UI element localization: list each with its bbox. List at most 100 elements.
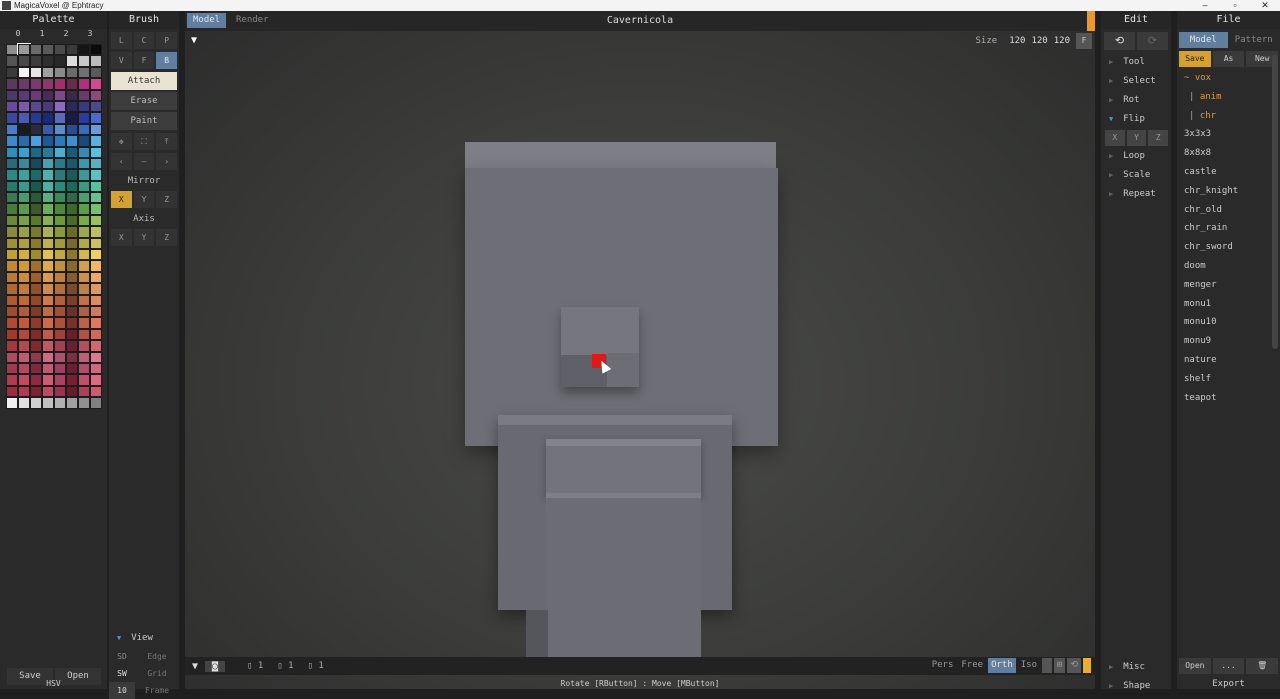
palette-swatch[interactable] [18,180,30,193]
brush-box-button[interactable]: B [156,52,178,69]
palette-swatch[interactable] [66,203,78,215]
palette-swatch[interactable] [42,203,54,215]
loop-item[interactable]: ▶ Loop [1101,147,1171,166]
palette-swatch[interactable] [18,351,30,363]
redo-icon[interactable]: ⟳ [1137,32,1168,50]
palette-swatch[interactable] [78,146,90,158]
axis-x-button[interactable]: X [111,229,132,246]
palette-swatch[interactable] [66,78,78,90]
palette-swatch[interactable] [18,135,30,147]
maximize-icon[interactable]: ▫ [1220,0,1250,11]
palette-swatch[interactable] [42,374,54,386]
palette-swatch[interactable] [18,78,30,90]
palette-swatch[interactable] [90,123,102,136]
palette-swatch[interactable] [6,328,18,341]
chevron-left-icon[interactable]: ‹ [111,153,132,170]
palette-swatch[interactable] [30,78,42,90]
palette-swatch[interactable] [42,305,54,318]
palette-swatch[interactable] [66,55,78,67]
file-item-monu9[interactable]: monu9 [1177,332,1280,351]
palette-swatch[interactable] [42,135,54,147]
palette-swatch[interactable] [54,214,66,227]
palette-swatch[interactable] [6,78,18,90]
palette-swatch[interactable] [42,112,54,124]
palette-swatch[interactable] [18,374,30,386]
palette-swatch[interactable] [78,180,90,193]
view-toggle[interactable]: ▼ View [109,629,179,648]
palette-swatch[interactable] [54,271,66,284]
palette-swatch[interactable] [90,112,102,124]
palette-swatch[interactable] [66,283,78,295]
palette-swatch[interactable] [54,169,66,181]
viewport-menu-icon[interactable]: ▼ [191,35,197,46]
trash-icon[interactable]: 🗑 [1246,658,1279,674]
chevron-right-icon[interactable]: › [156,153,178,170]
file-tab-model[interactable]: Model [1179,32,1228,48]
close-icon[interactable]: ✕ [1250,0,1280,11]
palette-swatch[interactable] [30,89,42,101]
repeat-item[interactable]: ▶ Repeat [1101,185,1171,204]
palette-swatch[interactable] [30,55,42,67]
palette-swatch[interactable] [42,44,54,56]
palette-swatch[interactable] [66,192,78,204]
palette-swatch[interactable] [18,385,30,398]
palette-swatch[interactable] [42,362,54,375]
file-item-8x8x8[interactable]: 8x8x8 [1177,144,1280,163]
palette-swatch[interactable] [30,397,42,409]
palette-swatch[interactable] [90,351,102,363]
palette-swatch[interactable] [66,123,78,136]
palette-swatch[interactable] [54,226,66,238]
palette-swatch[interactable] [6,362,18,375]
palette-swatch[interactable] [18,89,30,101]
flip-z-button[interactable]: Z [1148,130,1169,146]
palette-swatch[interactable] [66,260,78,272]
palette-swatch[interactable] [18,362,30,375]
paint-button[interactable]: Paint [111,112,177,130]
flip-item[interactable]: ▼ Flip [1101,110,1171,129]
palette-swatch[interactable] [30,340,42,352]
palette-swatch[interactable] [30,146,42,158]
palette-swatch[interactable] [42,78,54,90]
palette-swatch[interactable] [6,89,18,101]
palette-swatch[interactable] [90,340,102,352]
palette-swatch[interactable] [18,340,30,352]
file-item-chr-old[interactable]: chr_old [1177,201,1280,220]
palette-tab-2[interactable]: 2 [54,29,78,39]
palette-swatch[interactable] [30,214,42,227]
view-color-swatch[interactable] [1083,658,1091,673]
palette-swatch[interactable] [90,203,102,215]
palette-swatch[interactable] [78,362,90,375]
palette-swatch[interactable] [54,66,66,79]
palette-swatch[interactable] [78,203,90,215]
hsv-toggle[interactable]: HSV [0,679,107,689]
palette-swatch[interactable] [54,100,66,113]
palette-swatch[interactable] [30,157,42,170]
palette-swatch[interactable] [6,169,18,181]
palette-swatch[interactable] [6,305,18,318]
file-item-teapot[interactable]: teapot [1177,389,1280,408]
palette-swatch[interactable] [78,351,90,363]
palette-swatch[interactable] [6,226,18,238]
palette-swatch[interactable] [30,123,42,136]
palette-swatch[interactable] [90,66,102,79]
palette-swatch[interactable] [42,100,54,113]
palette-swatch[interactable] [30,328,42,341]
palette-swatch[interactable] [90,283,102,295]
palette-swatch[interactable] [66,157,78,170]
palette-swatch[interactable] [78,100,90,113]
palette-swatch[interactable] [90,294,102,306]
palette-swatch[interactable] [90,226,102,238]
model-viewport[interactable]: Model Render Cavernicola ▼ Size 120 120 … [185,11,1095,689]
palette-swatch[interactable] [66,397,78,409]
palette-swatch[interactable] [78,249,90,261]
palette-swatch[interactable] [90,305,102,318]
folder-anim[interactable]: | anim [1177,88,1280,107]
palette-swatch[interactable] [18,328,30,341]
palette-swatch[interactable] [42,385,54,398]
palette-swatch[interactable] [42,123,54,136]
palette-swatch[interactable] [6,237,18,250]
palette-swatch[interactable] [78,44,90,56]
file-item-castle[interactable]: castle [1177,163,1280,182]
viewport-options-icon[interactable]: ▼ [185,661,205,672]
palette-swatch[interactable] [54,351,66,363]
